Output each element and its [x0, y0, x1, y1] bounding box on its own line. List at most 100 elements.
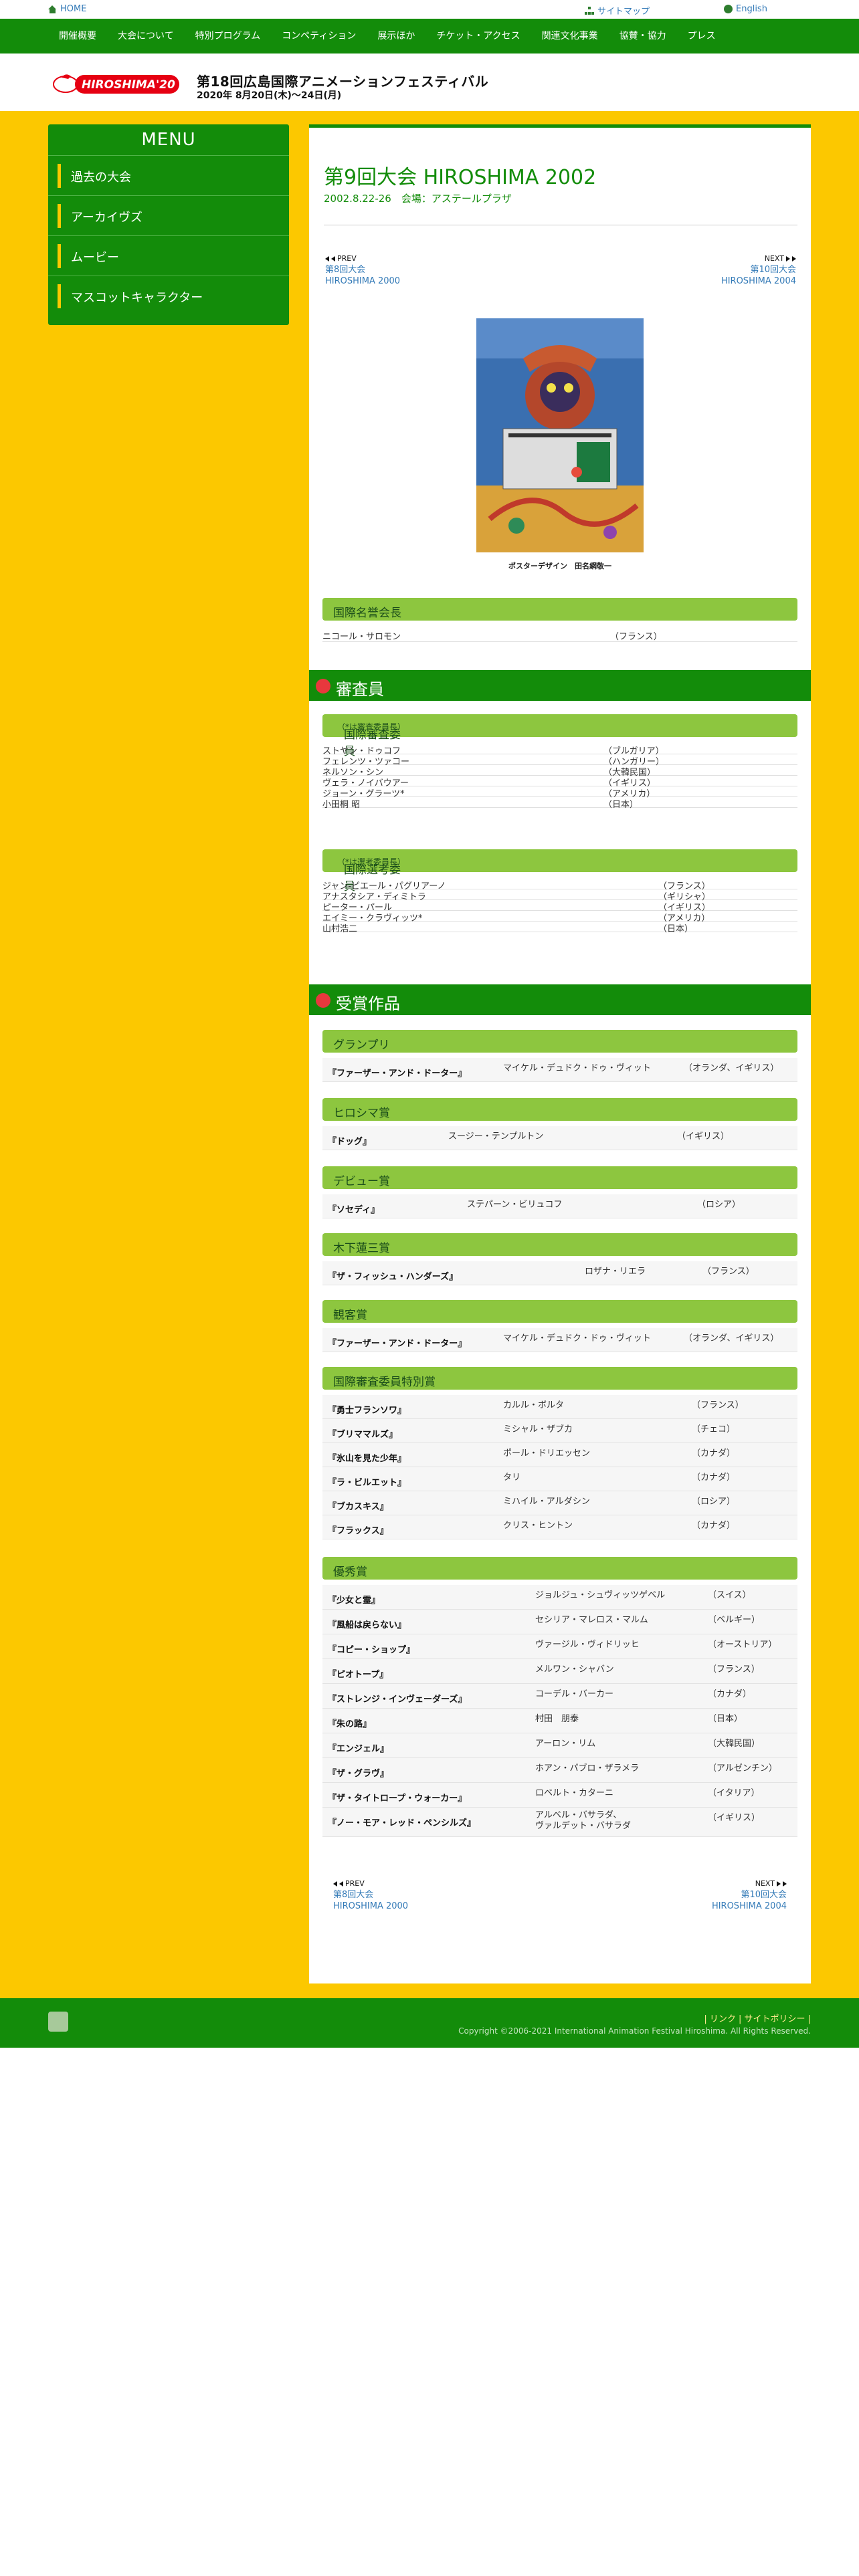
- award-director: タリ: [503, 1473, 521, 1483]
- award-director: マイケル・デュドク・ドゥ・ヴィット: [503, 1063, 651, 1073]
- award-row: 『フラックス』 クリス・ヒントン （カナダ）: [322, 1515, 797, 1539]
- nav-item-competition[interactable]: コンペティション: [271, 19, 367, 53]
- award-country: （日本）: [708, 1714, 743, 1724]
- menu-item-marker: [58, 204, 61, 228]
- award-title: 『氷山を見た少年』: [328, 1454, 407, 1464]
- jury-row: ヴェラ・ノイバウアー （イギリス）: [322, 776, 797, 788]
- prev-edition-name: HIROSHIMA 2000: [325, 276, 401, 286]
- home-label: HOME: [60, 4, 87, 14]
- prev-link[interactable]: PREV 第8回大会 HIROSHIMA 2000: [325, 253, 400, 287]
- jury-section-header: 審査員: [309, 670, 811, 701]
- award-title: 『コピー・ショップ』: [328, 1645, 415, 1655]
- award-row: 『少女と霊』 ジョルジュ・シュヴィッツゲベル （スイス）: [322, 1585, 797, 1610]
- award-row: 『ストレンジ・インヴェーダーズ』 コーデル・バーカー （カナダ）: [322, 1684, 797, 1709]
- award-title: 『エンジェル』: [328, 1744, 389, 1754]
- menu-title: MENU: [141, 130, 196, 150]
- awards-section-header: 受賞作品: [309, 984, 811, 1015]
- award-country: （ロシア）: [692, 1497, 736, 1507]
- menu-item-movies[interactable]: ムービー: [48, 235, 289, 276]
- prev-edition: 第8回大会: [325, 265, 366, 275]
- award-director: ヴァージル・ヴィドリッヒ: [535, 1640, 640, 1650]
- jury-badge-icon: [316, 679, 330, 693]
- selection-row: ピーター・パール （イギリス）: [322, 900, 797, 913]
- nav-item-culture[interactable]: 関連文化事業: [531, 19, 609, 53]
- jury-section-title: 審査員: [336, 680, 384, 699]
- person-country: （日本）: [603, 800, 639, 810]
- award-row: 『エンジェル』 アーロン・リム （大韓民国）: [322, 1733, 797, 1758]
- home-link[interactable]: HOME: [48, 4, 86, 14]
- menu-item-label: アーカイヴズ: [71, 211, 142, 225]
- menu-item-label: 過去の大会: [71, 171, 131, 185]
- honorary-name: ニコール・サロモン: [322, 632, 401, 642]
- english-link[interactable]: English: [724, 4, 767, 14]
- nav-item-special-program[interactable]: 特別プログラム: [185, 19, 272, 53]
- prev-arrow-icon: [333, 1881, 337, 1887]
- twitter-icon[interactable]: [48, 2012, 68, 2032]
- person-country: （日本）: [658, 924, 694, 934]
- award-director: ステパーン・ビリュコフ: [467, 1200, 563, 1210]
- menu-item-label: マスコットキャラクター: [71, 291, 203, 305]
- award-title: 『ドッグ』: [328, 1137, 372, 1147]
- award-title: 『ファーザー・アンド・ドーター』: [328, 1069, 467, 1079]
- award-row: 『ザ・フィッシュ・ハンダーズ』 ロザナ・リエラ （フランス）: [322, 1261, 797, 1285]
- award-row: 『ブカスキス』 ミハイル・アルダシン （ロシア）: [322, 1491, 797, 1515]
- nav-item-exhibition[interactable]: 展示ほか: [367, 19, 425, 53]
- award-country: （ロシア）: [697, 1200, 741, 1210]
- award-title: 『ブリママルズ』: [328, 1430, 398, 1440]
- next-link[interactable]: NEXT 第10回大会 HIROSHIMA 2004: [696, 253, 796, 287]
- next-arrow-icon: [792, 255, 796, 261]
- festival-dates: 2020年 8月20日(木)〜24日(月): [197, 90, 342, 101]
- next-tag-label: NEXT: [755, 1879, 775, 1888]
- menu-item-mascot[interactable]: マスコットキャラクター: [48, 276, 289, 316]
- prev-link-bottom[interactable]: PREV 第8回大会 HIROSHIMA 2000: [333, 1878, 408, 1912]
- award-country: （イギリス）: [677, 1132, 730, 1142]
- award-director: クリス・ヒントン: [503, 1521, 573, 1531]
- person-name: 山村浩二: [322, 924, 358, 934]
- award-title: 『ザ・タイトロープ・ウォーカー』: [328, 1794, 467, 1804]
- menu-item-marker: [58, 244, 61, 268]
- honorary-heading-label: 国際名誉会長: [333, 607, 401, 620]
- page: HOME サイトマップ English 開催概要 大会について 特別プログラム …: [0, 0, 859, 2576]
- footer-links[interactable]: | リンク | サイトポリシー |: [704, 2012, 811, 2024]
- next-link-bottom[interactable]: NEXT 第10回大会 HIROSHIMA 2004: [686, 1878, 787, 1912]
- prev-edition-name: HIROSHIMA 2000: [333, 1901, 409, 1911]
- page-title: 第9回大会 HIROSHIMA 2002: [324, 166, 597, 189]
- award-heading-label: 観客賞: [333, 1309, 367, 1322]
- menu-item-past-festivals[interactable]: 過去の大会: [48, 155, 289, 195]
- nav-item-about[interactable]: 大会について: [107, 19, 185, 53]
- english-label: English: [736, 4, 767, 14]
- menu-item-archives[interactable]: アーカイヴズ: [48, 195, 289, 235]
- award-row: 『コピー・ショップ』 ヴァージル・ヴィドリッヒ （オーストリア）: [322, 1634, 797, 1659]
- nav-item-overview[interactable]: 開催概要: [48, 19, 107, 53]
- award-country: （カナダ）: [692, 1473, 736, 1483]
- award-country: （フランス）: [702, 1267, 755, 1277]
- special-award-heading: 国際審査委員特別賞: [322, 1367, 797, 1390]
- nav-item-sponsors[interactable]: 協賛・協力: [609, 19, 677, 53]
- festival-logo[interactable]: HIROSHIMA'20: [51, 68, 185, 98]
- nav-item-press[interactable]: プレス: [677, 19, 727, 53]
- award-country: （フランス）: [708, 1665, 760, 1675]
- next-edition: 第10回大会: [741, 1890, 787, 1900]
- award-heading-label: 木下蓮三賞: [333, 1242, 390, 1255]
- next-tag: NEXT: [686, 1878, 787, 1889]
- selection-committee-heading: 国際選考委員 （*は選考委員長）: [322, 849, 797, 893]
- next-arrow-icon: [777, 1881, 781, 1887]
- awards-section-title: 受賞作品: [336, 994, 400, 1013]
- award-country: （チェコ）: [692, 1424, 736, 1434]
- next-tag-label: NEXT: [764, 254, 784, 263]
- sitemap-link[interactable]: サイトマップ: [585, 4, 650, 17]
- award-director: 村田 朋泰: [535, 1714, 579, 1724]
- award-row: 『ソセディ』 ステパーン・ビリュコフ （ロシア）: [322, 1194, 797, 1218]
- award-row: 『氷山を見た少年』 ポール・ドリエッセン （カナダ）: [322, 1443, 797, 1467]
- award-title: 『ザ・フィッシュ・ハンダーズ』: [328, 1272, 458, 1282]
- award-country: （オランダ、イギリス）: [684, 1063, 779, 1073]
- site-header: HIROSHIMA'20 第18回広島国際アニメーションフェスティバル 2020…: [0, 53, 859, 111]
- award-title: 『ピオトープ』: [328, 1670, 389, 1680]
- sitemap-label: サイトマップ: [597, 7, 650, 17]
- nav-item-tickets[interactable]: チケット・アクセス: [425, 19, 531, 53]
- award-director: ミシャル・ザブカ: [503, 1424, 573, 1434]
- award-director: マイケル・デュドク・ドゥ・ヴィット: [503, 1333, 651, 1344]
- prev-arrow-icon: [339, 1881, 343, 1887]
- award-title: 『少女と霊』: [328, 1596, 381, 1606]
- menu-item-label: ムービー: [71, 251, 119, 265]
